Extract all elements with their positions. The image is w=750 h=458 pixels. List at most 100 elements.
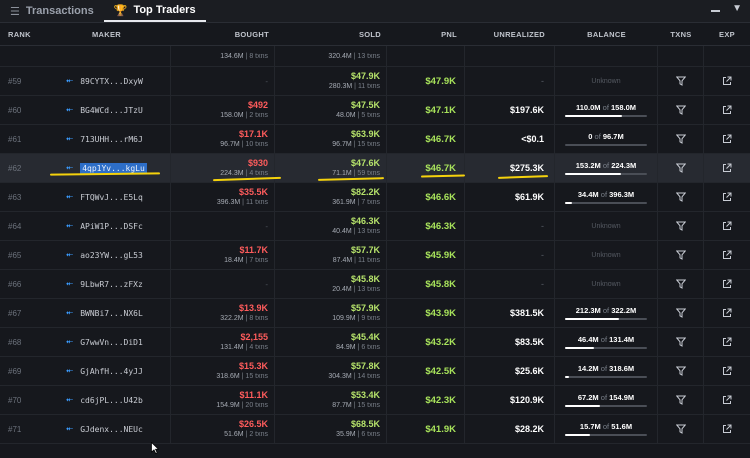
- maker-cell[interactable]: ⯬ GjAhfH...4yJJ: [48, 357, 170, 385]
- filter-icon[interactable]: [675, 76, 686, 86]
- filter-icon[interactable]: [675, 250, 686, 260]
- bought-amount: $15.3K: [238, 361, 268, 371]
- maker-cell[interactable]: ⯬ G7wwVn...DiD1: [48, 328, 170, 356]
- txns-cell: [658, 125, 704, 153]
- maker-address[interactable]: 9LbwR7...zFXz: [80, 280, 143, 289]
- external-link-icon[interactable]: [722, 163, 732, 173]
- external-link-icon[interactable]: [722, 134, 732, 144]
- balance-cell: Unknown: [555, 241, 658, 269]
- filter-icon[interactable]: [675, 395, 686, 405]
- rank-value: #61: [8, 134, 22, 144]
- maker-cell[interactable]: ⯬ BWNBi7...NX6L: [48, 299, 170, 327]
- sold-cell: $47.9K 280.3M | 11 txns: [275, 67, 387, 95]
- balance-cell: 67.2M of 154.9M: [555, 386, 658, 414]
- external-link-icon[interactable]: [722, 424, 732, 434]
- balance-text: 15.7M of 51.6M: [579, 422, 633, 431]
- exp-cell: [704, 270, 750, 298]
- maker-address[interactable]: FTQWvJ...E5Lq: [80, 193, 143, 202]
- trader-type-icon: ⯬: [66, 279, 74, 289]
- filter-icon[interactable]: [675, 163, 686, 173]
- table-row[interactable]: #70 ⯬ cd6jPL...U42b $11.1K 154.9M | 20 t…: [0, 386, 750, 415]
- external-link-icon[interactable]: [722, 279, 732, 289]
- maker-cell[interactable]: ⯬ BG4WCd...JTzU: [48, 96, 170, 124]
- table-row[interactable]: #61 ⯬ 713UHH...rM6J $17.1K 96.7M | 10 tx…: [0, 125, 750, 154]
- external-link-icon[interactable]: [722, 221, 732, 231]
- maker-cell[interactable]: ⯬ 4qp1Yv...kgLu: [48, 154, 170, 182]
- maker-address[interactable]: GjAhfH...4yJJ: [80, 367, 143, 376]
- maker-address[interactable]: 89CYTX...DxyW: [80, 77, 143, 86]
- maker-cell[interactable]: ⯬ ao23YW...gL53: [48, 241, 170, 269]
- filter-icon[interactable]: [675, 279, 686, 289]
- table-row[interactable]: #60 ⯬ BG4WCd...JTzU $492 158.0M | 2 txns…: [0, 96, 750, 125]
- balance-bar: [565, 376, 647, 378]
- balance-text: 46.4M of 131.4M: [577, 335, 635, 344]
- maker-address[interactable]: BWNBi7...NX6L: [80, 309, 143, 318]
- external-link-icon[interactable]: [722, 395, 732, 405]
- external-link-icon[interactable]: [722, 76, 732, 86]
- col-unrealized[interactable]: UNREALIZED: [465, 30, 555, 39]
- table-row[interactable]: #71 ⯬ GJdenx...NEUc $26.5K 51.6M | 2 txn…: [0, 415, 750, 444]
- unrealized-cell: -: [465, 270, 555, 298]
- filter-icon[interactable]: [675, 105, 686, 115]
- rank-cell: #64: [0, 212, 48, 240]
- col-sold[interactable]: SOLD: [275, 30, 387, 39]
- table-row[interactable]: #65 ⯬ ao23YW...gL53 $11.7K 18.4M | 7 txn…: [0, 241, 750, 270]
- filter-icon[interactable]: [675, 134, 686, 144]
- maker-cell[interactable]: ⯬ 9LbwR7...zFXz: [48, 270, 170, 298]
- trader-type-icon: ⯬: [66, 221, 74, 231]
- rank-cell: #66: [0, 270, 48, 298]
- maker-address[interactable]: G7wwVn...DiD1: [80, 338, 143, 347]
- bought-sub: 18.4M | 7 txns: [224, 257, 268, 264]
- maker-address[interactable]: APiW1P...DSFc: [80, 222, 143, 231]
- filter-icon[interactable]: [675, 424, 686, 434]
- pnl-value: $47.9K: [425, 75, 456, 87]
- table-row[interactable]: #64 ⯬ APiW1P...DSFc - $46.3K 40.4M | 13 …: [0, 212, 750, 241]
- chevron-down-icon[interactable]: ▼: [732, 3, 742, 14]
- maker-cell[interactable]: ⯬ FTQWvJ...E5Lq: [48, 183, 170, 211]
- maker-cell[interactable]: ⯬ GJdenx...NEUc: [48, 415, 170, 443]
- pnl-value: $45.9K: [425, 249, 456, 261]
- filter-icon[interactable]: [675, 192, 686, 202]
- table-row[interactable]: #68 ⯬ G7wwVn...DiD1 $2,155 131.4M | 4 tx…: [0, 328, 750, 357]
- minimize-icon[interactable]: [711, 10, 721, 12]
- col-rank[interactable]: RANK: [0, 30, 48, 39]
- table-row[interactable]: #66 ⯬ 9LbwR7...zFXz - $45.8K 20.4M | 13 …: [0, 270, 750, 299]
- maker-address[interactable]: cd6jPL...U42b: [80, 396, 143, 405]
- maker-cell[interactable]: ⯬ 713UHH...rM6J: [48, 125, 170, 153]
- filter-icon[interactable]: [675, 337, 686, 347]
- col-pnl[interactable]: PNL: [387, 30, 465, 39]
- external-link-icon[interactable]: [722, 250, 732, 260]
- external-link-icon[interactable]: [722, 337, 732, 347]
- external-link-icon[interactable]: [722, 308, 732, 318]
- exp-cell: [704, 125, 750, 153]
- maker-address[interactable]: ao23YW...gL53: [80, 251, 143, 260]
- sold-sub: 109.9M | 9 txns: [332, 315, 380, 322]
- txns-cell: [658, 241, 704, 269]
- maker-address[interactable]: GJdenx...NEUc: [80, 425, 143, 434]
- pnl-cell: $43.9K: [387, 299, 465, 327]
- maker-cell[interactable]: ⯬ cd6jPL...U42b: [48, 386, 170, 414]
- table-row[interactable]: #69 ⯬ GjAhfH...4yJJ $15.3K 318.6M | 15 t…: [0, 357, 750, 386]
- maker-cell[interactable]: ⯬ 89CYTX...DxyW: [48, 67, 170, 95]
- tab-top-traders[interactable]: 🏆 Top Traders: [103, 0, 206, 22]
- col-bought[interactable]: BOUGHT: [170, 30, 275, 39]
- filter-icon[interactable]: [675, 308, 686, 318]
- col-maker[interactable]: MAKER: [48, 30, 170, 39]
- col-balance[interactable]: BALANCE: [555, 30, 658, 39]
- maker-address[interactable]: BG4WCd...JTzU: [80, 106, 143, 115]
- external-link-icon[interactable]: [722, 192, 732, 202]
- col-txns[interactable]: TXNS: [658, 30, 704, 39]
- balance-unknown: Unknown: [591, 280, 621, 288]
- table-row[interactable]: #67 ⯬ BWNBi7...NX6L $13.9K 322.2M | 8 tx…: [0, 299, 750, 328]
- table-row[interactable]: #63 ⯬ FTQWvJ...E5Lq $35.5K 396.3M | 11 t…: [0, 183, 750, 212]
- external-link-icon[interactable]: [722, 105, 732, 115]
- maker-address[interactable]: 713UHH...rM6J: [80, 135, 143, 144]
- filter-icon[interactable]: [675, 366, 686, 376]
- table-row[interactable]: #59 ⯬ 89CYTX...DxyW - $47.9K 280.3M | 11…: [0, 67, 750, 96]
- col-exp[interactable]: EXP: [704, 30, 750, 39]
- tab-transactions[interactable]: ☰ Transactions: [0, 0, 104, 22]
- maker-cell[interactable]: ⯬ APiW1P...DSFc: [48, 212, 170, 240]
- filter-icon[interactable]: [675, 221, 686, 231]
- sold-sub: 87.7M | 15 txns: [332, 402, 380, 409]
- external-link-icon[interactable]: [722, 366, 732, 376]
